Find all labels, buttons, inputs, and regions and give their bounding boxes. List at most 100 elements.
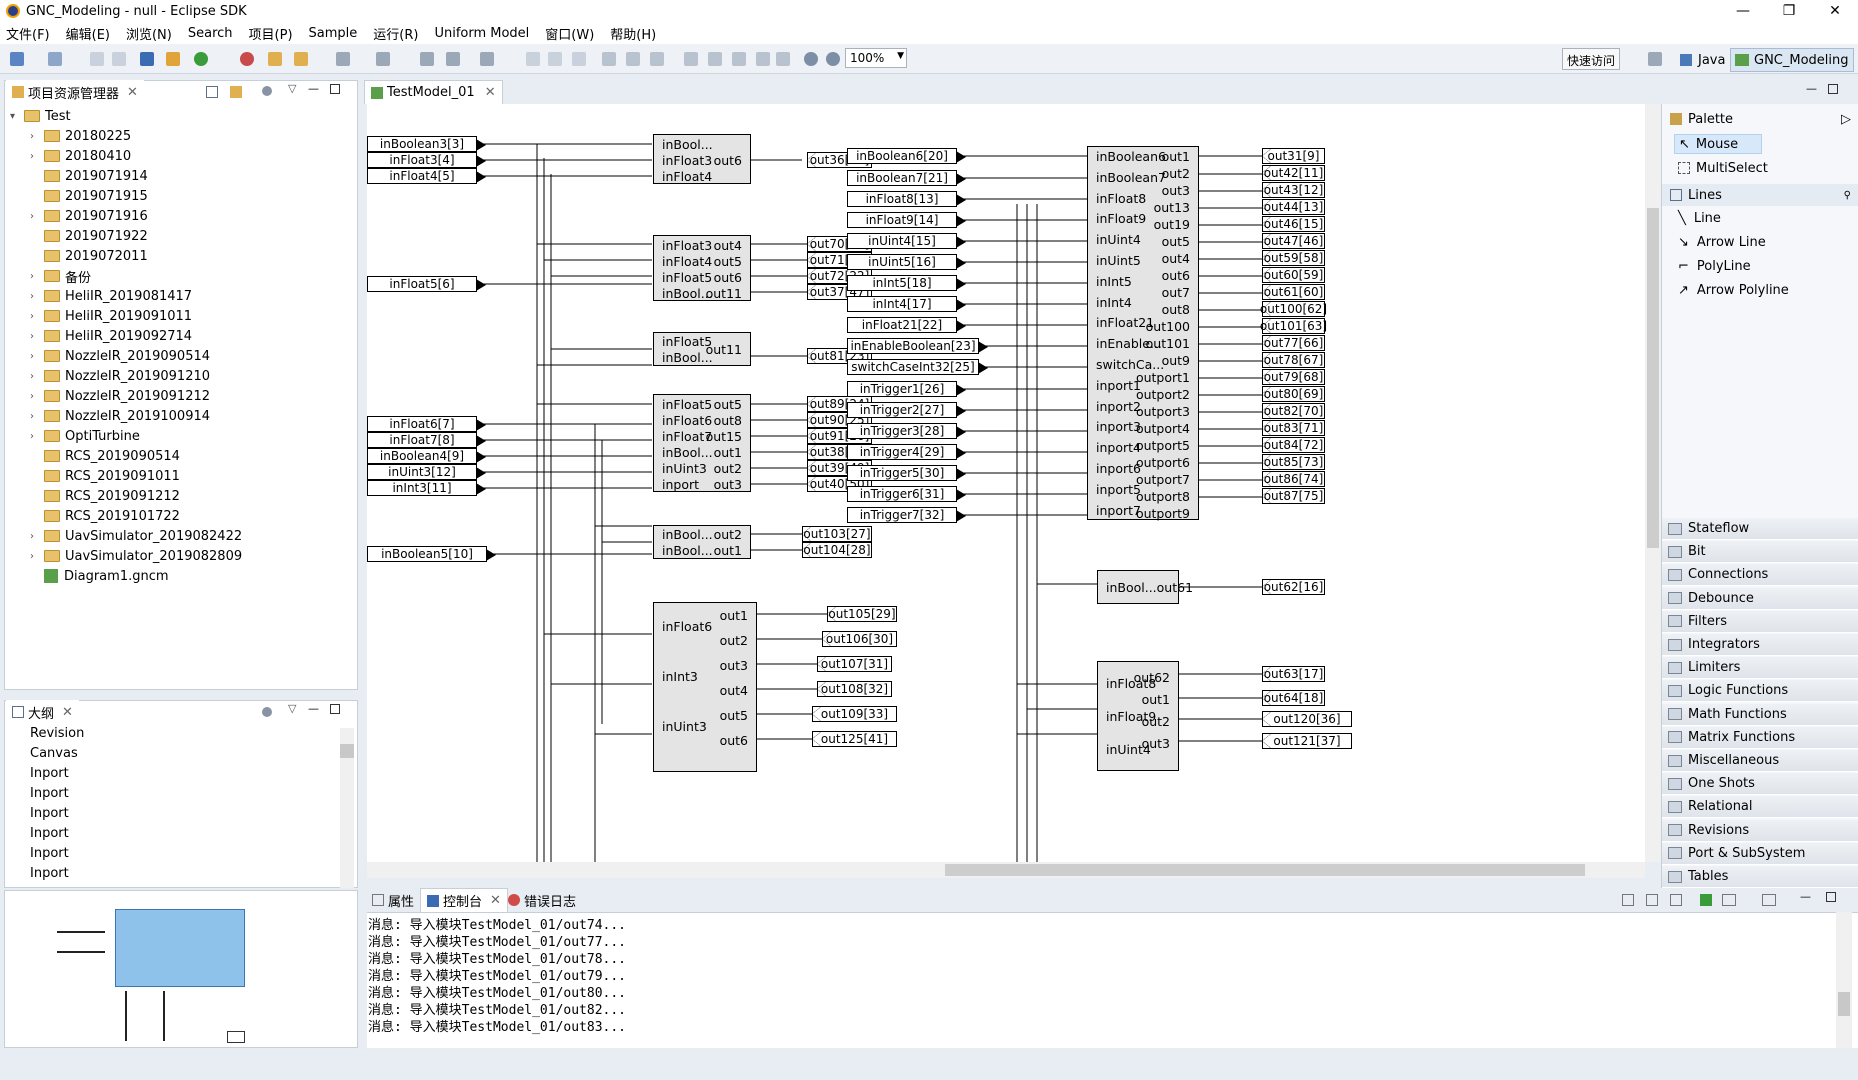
build-icon[interactable] [166,52,180,66]
tree-item[interactable]: › OptiTurbine [30,426,140,446]
palette-drawer[interactable]: Matrix Functions [1662,726,1858,749]
tab-console[interactable]: 控制台 ✕ [420,888,508,912]
debug-icon[interactable] [240,52,254,66]
close-icon[interactable]: ✕ [62,705,73,720]
palette-drawer[interactable]: One Shots [1662,773,1858,796]
inport-block[interactable]: inUint3[12] [367,464,486,480]
zoom-out-icon[interactable] [826,52,840,66]
scroll-thumb[interactable] [1838,992,1850,1016]
chevron-right-icon[interactable]: › [30,131,44,142]
align-right-icon[interactable] [650,52,664,66]
inport-block[interactable]: inBoolean7[21] [847,170,966,186]
save-all-icon[interactable] [112,52,126,66]
outport-block[interactable]: out31[9] [1262,148,1325,164]
tree-item[interactable]: RCS_2019091212 [30,486,180,506]
tree-item[interactable]: › 备份 [30,266,91,286]
quick-access-input[interactable]: 快速访问 [1562,48,1620,70]
back-dropdown-icon[interactable] [446,52,460,66]
outport-block[interactable]: out60[59] [1262,267,1325,283]
outline-item[interactable]: Inport [30,766,69,786]
close-button[interactable]: ✕ [1812,0,1858,22]
subsystem-block-7[interactable]: inBool...out61 [1097,570,1193,604]
minimize-view-icon[interactable]: — [1800,890,1811,903]
inport-block[interactable]: inBoolean4[9] [367,448,486,464]
inport-block[interactable]: inInt5[18] [847,275,966,291]
inport-block[interactable]: inUint5[16] [847,254,966,270]
perspective-java[interactable]: Java [1676,48,1729,72]
chevron-right-icon[interactable]: › [30,531,44,542]
outport-block[interactable]: out109[33] [812,706,897,722]
outline-item[interactable]: Inport [30,866,69,886]
tree-item[interactable]: › UavSimulator_2019082809 [30,546,242,566]
outport-block[interactable]: out83[71] [1262,420,1325,436]
run-icon[interactable] [194,52,208,66]
tool-arrow-polyline[interactable]: ↗ Arrow Polyline [1678,280,1789,300]
scroll-thumb[interactable] [340,744,354,758]
tree-item[interactable]: › NozzleIR_2019090514 [30,346,210,366]
align-bottom-icon[interactable] [732,52,746,66]
clear-console-icon[interactable] [1622,894,1634,906]
outport-block[interactable]: out44[13] [1262,199,1325,215]
tree-root[interactable]: ▾ Test [10,106,71,126]
lines-drawer[interactable]: Lines ⚲ [1662,184,1858,206]
zoom-in-icon[interactable] [804,52,818,66]
scroll-thumb[interactable] [945,864,1585,876]
overview-viewport[interactable] [115,909,245,987]
outport-block[interactable]: out84[72] [1262,437,1325,453]
inport-block[interactable]: inFloat5[6] [367,276,486,292]
palette-drawer[interactable]: Relational [1662,796,1858,819]
outport-block[interactable]: out59[58] [1262,250,1325,266]
palette-drawer[interactable]: Connections [1662,564,1858,587]
outport-block[interactable]: out42[11] [1262,165,1325,181]
chevron-down-icon[interactable]: ▾ [10,111,24,122]
scroll-lock-icon[interactable] [1646,894,1658,906]
outline-item[interactable]: Revision [30,726,84,746]
outport-block[interactable]: out121[37] [1262,733,1352,749]
outport-block[interactable]: out120[36] [1262,711,1352,727]
align-left-icon[interactable] [602,52,616,66]
tool-mouse[interactable]: ↖ Mouse [1674,134,1762,154]
outport-block[interactable]: out47[46] [1262,233,1325,249]
tree-item[interactable]: RCS_2019090514 [30,446,180,466]
maximize-button[interactable]: ❐ [1766,0,1812,22]
tab-properties[interactable]: 属性 [366,888,420,912]
match-height-icon[interactable] [776,52,790,66]
outport-block[interactable]: out43[12] [1262,182,1325,198]
inport-block[interactable]: inFloat3[4] [367,152,486,168]
tree-item[interactable]: › 20180225 [30,126,131,146]
save-icon[interactable] [90,52,104,66]
tree-item[interactable]: › NozzleIR_2019091210 [30,366,210,386]
tree-item[interactable]: › HeliIR_2019081417 [30,286,192,306]
align-middle-icon[interactable] [708,52,722,66]
tool-polyline[interactable]: ⌐ PolyLine [1678,256,1751,276]
chevron-right-icon[interactable]: › [30,211,44,222]
maximize-view-icon[interactable] [1828,84,1838,94]
inport-block[interactable]: inFloat21[22] [847,317,966,333]
outport-block[interactable]: out80[69] [1262,386,1325,402]
open-console-icon[interactable] [1762,894,1776,906]
open-perspective-icon[interactable] [1648,52,1662,66]
menu-help[interactable]: 帮助(H) [610,24,656,43]
tree-item[interactable]: › 20180410 [30,146,131,166]
palette-drawer[interactable]: Limiters [1662,657,1858,680]
tree-item[interactable]: 2019072011 [30,246,148,266]
annotation-icon[interactable] [336,52,350,66]
palette-drawer[interactable]: Tables [1662,866,1858,888]
inport-block[interactable]: inFloat7[8] [367,432,486,448]
new-file-icon[interactable] [48,52,62,66]
filter-icon[interactable] [262,86,272,96]
inport-block[interactable]: inTrigger3[28] [847,423,966,439]
outport-block[interactable]: out101[63] [1260,318,1327,334]
outport-block[interactable]: out107[31] [817,656,892,672]
inport-block[interactable]: inBoolean5[10] [367,546,496,562]
palette-drawer[interactable]: Filters [1662,610,1858,633]
tool-arrow-line[interactable]: ↘ Arrow Line [1678,232,1766,252]
chevron-right-icon[interactable]: ▷ [1841,112,1851,127]
tool-multiselect[interactable]: MultiSelect [1678,158,1768,178]
tree-item[interactable]: › HeliIR_2019091011 [30,306,192,326]
outline-filter-icon[interactable] [262,707,272,717]
outport-block[interactable]: out108[32] [817,681,892,697]
undo-icon[interactable] [526,52,540,66]
open-task-icon[interactable] [294,52,308,66]
outport-block[interactable]: out100[62] [1260,301,1327,317]
